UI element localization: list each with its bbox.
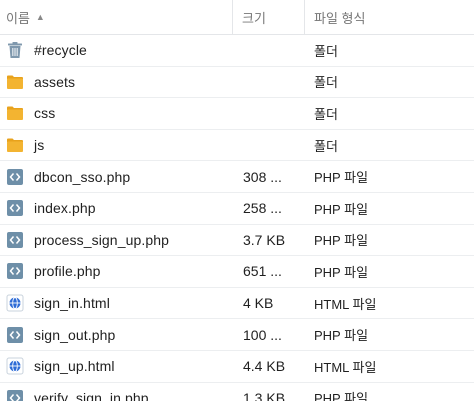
file-row[interactable]: assets 폴더 <box>0 67 474 99</box>
file-row[interactable]: dbcon_sso.php 308 ... PHP 파일 <box>0 161 474 193</box>
file-name: #recycle <box>34 42 87 59</box>
file-row[interactable]: sign_in.html 4 KB HTML 파일 <box>0 288 474 320</box>
file-name: sign_out.php <box>34 326 116 343</box>
file-type: PHP 파일 <box>314 233 369 249</box>
file-row[interactable]: css 폴더 <box>0 98 474 130</box>
file-type: 폴더 <box>314 43 338 59</box>
size-column-label: 크기 <box>242 10 266 26</box>
file-name-cell: profile.php <box>0 261 233 281</box>
html-file-icon <box>5 293 25 313</box>
file-name: js <box>34 137 45 154</box>
file-name-cell: sign_in.html <box>0 293 233 313</box>
file-type: PHP 파일 <box>314 264 369 280</box>
file-type: PHP 파일 <box>314 391 369 401</box>
file-rows: #recycle 폴더 assets 폴더 css 폴더 js 폴더 dbcon_sso… <box>0 35 474 401</box>
file-size: 4 KB <box>243 295 274 312</box>
file-name: assets <box>34 73 76 90</box>
file-size: 4.4 KB <box>243 358 286 375</box>
file-name-cell: css <box>0 103 233 123</box>
file-row[interactable]: index.php 258 ... PHP 파일 <box>0 193 474 225</box>
file-type: 폴더 <box>314 106 338 122</box>
file-name-cell: assets <box>0 72 233 92</box>
folder-icon <box>5 135 25 155</box>
code-file-icon <box>5 261 25 281</box>
column-header-row: 이름 ▲ 크기 파일 형식 <box>0 0 474 35</box>
file-type: PHP 파일 <box>314 201 369 217</box>
html-file-icon <box>5 356 25 376</box>
file-type: PHP 파일 <box>314 170 369 186</box>
file-row[interactable]: profile.php 651 ... PHP 파일 <box>0 256 474 288</box>
file-size: 3.7 KB <box>243 231 286 248</box>
file-name-cell: #recycle <box>0 40 233 60</box>
file-type: 폴더 <box>314 138 338 154</box>
file-name-cell: sign_out.php <box>0 325 233 345</box>
file-type: HTML 파일 <box>314 359 377 375</box>
folder-icon <box>5 72 25 92</box>
code-file-icon <box>5 167 25 187</box>
file-name: dbcon_sso.php <box>34 168 131 185</box>
file-name: sign_in.html <box>34 295 110 312</box>
file-row[interactable]: #recycle 폴더 <box>0 35 474 67</box>
file-name-cell: index.php <box>0 198 233 218</box>
file-name: sign_up.html <box>34 358 115 375</box>
type-column-label: 파일 형식 <box>314 10 366 26</box>
file-row[interactable]: sign_out.php 100 ... PHP 파일 <box>0 319 474 351</box>
file-name: profile.php <box>34 263 101 280</box>
file-row[interactable]: js 폴더 <box>0 130 474 162</box>
code-file-icon <box>5 388 25 401</box>
file-row[interactable]: process_sign_up.php 3.7 KB PHP 파일 <box>0 225 474 257</box>
type-column-header[interactable]: 파일 형식 <box>305 0 474 34</box>
name-column-header[interactable]: 이름 ▲ <box>0 0 233 34</box>
file-size: 100 ... <box>243 326 282 343</box>
recycle-bin-icon <box>5 40 25 60</box>
file-name: index.php <box>34 200 96 217</box>
file-row[interactable]: sign_up.html 4.4 KB HTML 파일 <box>0 351 474 383</box>
name-column-label: 이름 <box>6 10 30 26</box>
file-size: 258 ... <box>243 200 282 217</box>
code-file-icon <box>5 198 25 218</box>
file-name-cell: process_sign_up.php <box>0 230 233 250</box>
size-column-header[interactable]: 크기 <box>233 0 305 34</box>
file-name: css <box>34 105 56 122</box>
file-name-cell: dbcon_sso.php <box>0 167 233 187</box>
file-size: 308 ... <box>243 168 282 185</box>
file-size: 651 ... <box>243 263 282 280</box>
file-size: 1.3 KB <box>243 389 286 401</box>
file-name: process_sign_up.php <box>34 231 169 248</box>
file-type: PHP 파일 <box>314 328 369 344</box>
file-name-cell: sign_up.html <box>0 356 233 376</box>
file-type: 폴더 <box>314 75 338 91</box>
file-name: verify_sign_in.php <box>34 389 149 401</box>
file-row[interactable]: verify_sign_in.php 1.3 KB PHP 파일 <box>0 383 474 401</box>
file-type: HTML 파일 <box>314 296 377 312</box>
file-name-cell: verify_sign_in.php <box>0 388 233 401</box>
code-file-icon <box>5 230 25 250</box>
folder-icon <box>5 103 25 123</box>
sort-ascending-icon: ▲ <box>35 12 45 22</box>
file-name-cell: js <box>0 135 233 155</box>
file-list: 이름 ▲ 크기 파일 형식 #recycle 폴더 assets 폴더 css 폴더 <box>0 0 474 401</box>
code-file-icon <box>5 325 25 345</box>
